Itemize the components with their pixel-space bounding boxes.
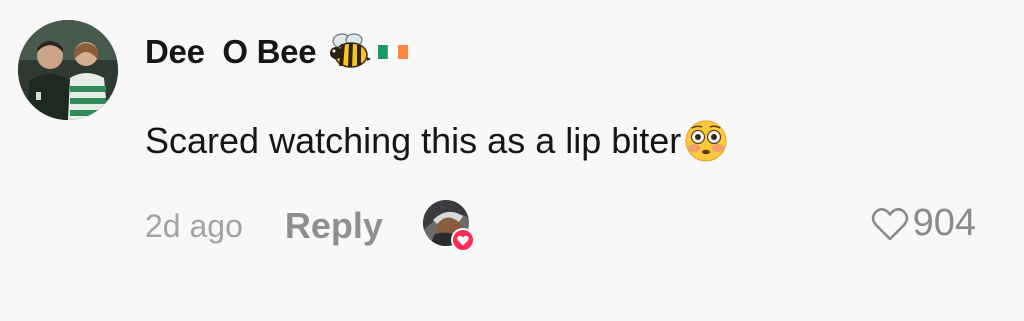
flushed-face-icon bbox=[683, 118, 729, 164]
comment-text: Scared watching this as a lip biter bbox=[145, 120, 682, 161]
reply-button[interactable]: Reply bbox=[285, 205, 383, 247]
timestamp: 2d ago bbox=[145, 207, 243, 244]
heart-outline-icon[interactable] bbox=[871, 206, 909, 242]
like-count: 904 bbox=[912, 202, 976, 244]
creator-liked-indicator bbox=[422, 200, 475, 252]
avatar[interactable] bbox=[18, 20, 118, 120]
username-row: Dee O Bee bbox=[145, 30, 410, 74]
like-button[interactable]: 904 bbox=[871, 202, 976, 245]
username[interactable]: Dee O Bee bbox=[145, 33, 317, 71]
comment-text-row: Scared watching this as a lip biter bbox=[145, 118, 729, 164]
creator-heart-icon bbox=[450, 228, 475, 252]
bee-icon bbox=[328, 31, 372, 73]
comment-meta: 2d ago Reply bbox=[145, 200, 475, 252]
ireland-flag-icon bbox=[376, 41, 410, 63]
comment-item: Dee O Bee Scared watching this as a lip … bbox=[0, 0, 1024, 321]
